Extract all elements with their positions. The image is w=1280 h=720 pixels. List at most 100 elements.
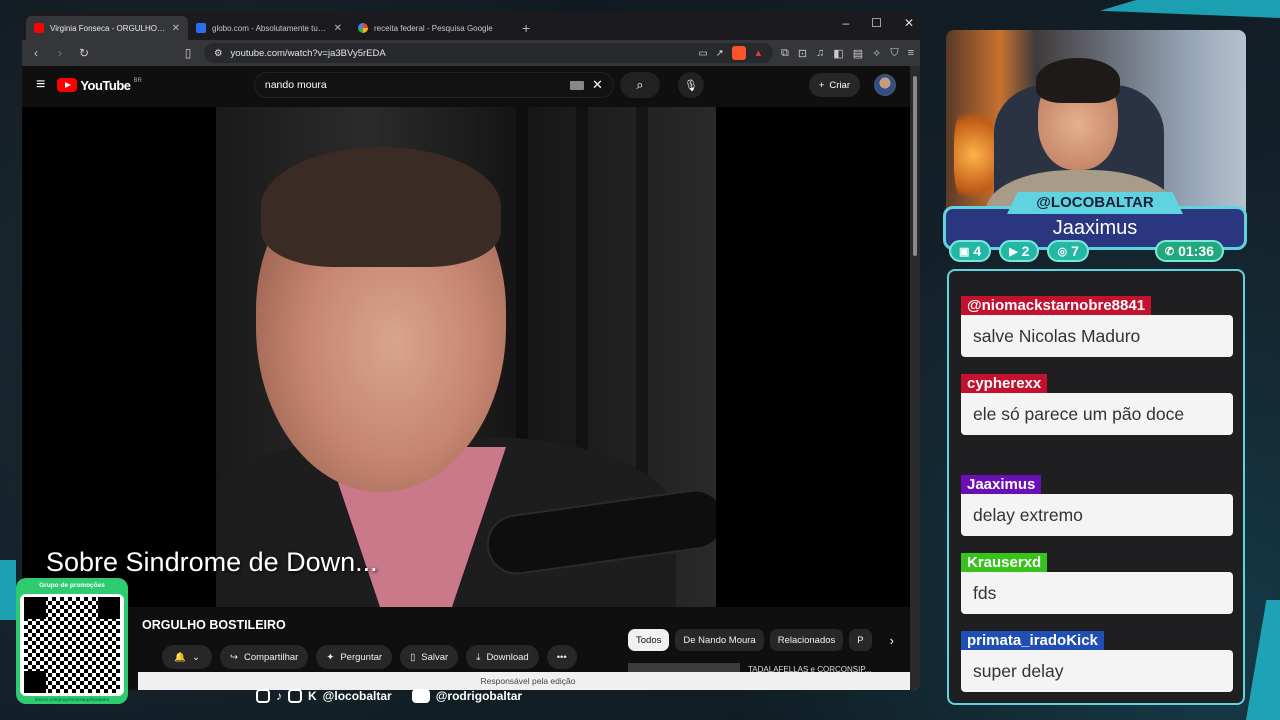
tab-globo[interactable]: globo.com - Absolutamente tudo sobre not… <box>188 16 350 40</box>
tab-title: globo.com - Absolutamente tudo sobre not… <box>212 23 328 33</box>
address-bar[interactable]: ⚙ youtube.com/watch?v=ja3BVy5rEDA ▭ ↗ ▲ <box>204 43 773 63</box>
sidebar-icon[interactable]: ◧ <box>833 47 843 60</box>
save-button[interactable]: ▯ Salvar <box>400 645 459 669</box>
viewer-counters: ▣ 4 ▶ 2 ◎ 7 ✆ 01:36 <box>949 240 1224 262</box>
chip-related[interactable]: Relacionados <box>769 629 844 651</box>
chevron-right-icon[interactable]: › <box>890 633 894 648</box>
brave-rewards-icon[interactable]: ▲ <box>754 48 763 59</box>
plus-icon: + <box>818 79 825 91</box>
vpn-icon[interactable]: ⛉ <box>890 47 898 60</box>
download-label: Download <box>486 651 529 663</box>
share-arrow-icon: ↪ <box>230 651 238 663</box>
close-tab-icon[interactable]: ✕ <box>334 23 342 34</box>
chat-text: fds <box>961 572 1233 614</box>
avatar[interactable] <box>874 74 896 96</box>
timer-counter: ✆ 01:36 <box>1154 240 1224 262</box>
video-player[interactable]: Sobre Sindrome de Down... <box>22 107 910 607</box>
twitch-icon: ▣ <box>959 245 970 258</box>
chip-from-channel[interactable]: De Nando Moura <box>675 629 764 651</box>
search-input[interactable]: nando moura <box>265 79 562 91</box>
youtube-favicon-icon <box>34 23 44 33</box>
scrollbar-thumb[interactable] <box>913 76 917 256</box>
keyboard-icon[interactable] <box>569 80 584 90</box>
menu-icon[interactable]: ≡ <box>908 47 914 60</box>
search-box[interactable]: nando moura ✕ <box>253 72 614 98</box>
action-bar: 🔔 ⌄ ↪ Compartilhar ✦ Perguntar ▯ Salvar … <box>162 645 577 669</box>
google-favicon-icon <box>358 23 368 33</box>
kick-icon: K <box>308 689 317 703</box>
music-icon[interactable]: ♫ <box>816 47 824 60</box>
back-icon[interactable]: ‹ <box>28 46 44 60</box>
wallet-icon[interactable]: ▤ <box>853 47 863 60</box>
tab-youtube[interactable]: Virginia Fonseca - ORGULHO BOSTILEIRO ✕ <box>26 16 188 40</box>
download-icon: ⤓ <box>476 651 481 663</box>
download-button[interactable]: ⤓ Download <box>466 645 539 669</box>
logo-text: YouTube <box>80 77 131 93</box>
nav-bar: ‹ › ↻ ▯ ⚙ youtube.com/watch?v=ja3BVy5rED… <box>22 40 920 66</box>
reload-icon[interactable]: ↻ <box>76 46 92 60</box>
chat-message: primata_iradoKick super delay <box>961 631 1233 692</box>
qr-panel: Grupo de promoções rbstore.net/group/wha… <box>16 578 128 704</box>
notifications-button[interactable]: 🔔 ⌄ <box>162 645 212 669</box>
search-button[interactable]: ⌕ <box>619 72 660 98</box>
ask-button[interactable]: ✦ Perguntar <box>316 645 393 669</box>
channel-handle: @LOCOBALTAR <box>1007 192 1183 214</box>
forward-icon[interactable]: › <box>52 46 68 60</box>
chat-text: salve Nicolas Maduro <box>961 315 1233 357</box>
close-tab-icon[interactable]: ✕ <box>172 23 180 34</box>
youtube-logo[interactable]: YouTube BR <box>57 78 142 93</box>
site-info-icon[interactable]: ⚙ <box>214 48 223 59</box>
url-text: youtube.com/watch?v=ja3BVy5rEDA <box>230 47 386 59</box>
background-splash <box>0 560 16 620</box>
chip-more[interactable]: P <box>849 629 872 651</box>
youtube-play-icon <box>57 78 78 92</box>
status-bar: Responsável pela edição <box>138 672 918 690</box>
tab-title: receita federal - Pesquisa Google <box>374 23 493 33</box>
create-button[interactable]: + Criar <box>808 73 860 97</box>
sparkle-icon: ✦ <box>326 651 335 663</box>
share-label: Compartilhar <box>243 651 299 663</box>
qr-url: rbstore.net/group/whatsapp/hardware <box>34 697 110 702</box>
video-caption: Sobre Sindrome de Down... <box>46 547 378 577</box>
logo-country: BR <box>133 77 142 84</box>
ask-label: Perguntar <box>340 651 383 663</box>
speaker-hair <box>261 147 501 267</box>
tab-google[interactable]: receita federal - Pesquisa Google <box>350 16 512 40</box>
cast-icon[interactable]: ▭ <box>699 48 708 59</box>
new-tab-button[interactable]: + <box>512 20 540 40</box>
leo-ai-icon[interactable]: ✧ <box>872 47 881 60</box>
voice-search-icon[interactable]: 🎙 <box>677 72 704 98</box>
instagram-icon <box>256 689 270 703</box>
chat-message: cypherexx ele só parece um pão doce <box>961 374 1233 435</box>
save-label: Salvar <box>421 651 449 663</box>
chevron-down-icon: ⌄ <box>191 651 200 663</box>
hamburger-menu-icon[interactable]: ≡ <box>36 76 45 94</box>
chat-username: primata_iradoKick <box>961 631 1104 650</box>
brave-shield-icon[interactable] <box>731 46 746 60</box>
screenshot-icon[interactable]: ⊡ <box>798 47 807 60</box>
youtube-icon: ▶ <box>1009 245 1018 258</box>
chat-message: Krauserxd fds <box>961 553 1233 614</box>
youtube-counter: ▶ 2 <box>999 240 1040 262</box>
youtube-header: ≡ YouTube BR nando moura ✕ ⌕ 🎙 + Criar <box>22 66 910 104</box>
extensions-icon[interactable]: ⧉ <box>781 47 789 60</box>
share-button[interactable]: ↪ Compartilhar <box>220 645 309 669</box>
youtube-icon <box>411 689 430 703</box>
close-window-button[interactable]: ✕ <box>904 16 914 30</box>
more-actions-button[interactable]: ••• <box>546 645 577 669</box>
clear-search-icon[interactable]: ✕ <box>592 77 603 93</box>
window-controls: – ☐ ✕ <box>842 16 914 30</box>
bookmark-icon[interactable]: ▯ <box>180 46 196 60</box>
twitch-icon <box>288 689 302 703</box>
maximize-button[interactable]: ☐ <box>871 16 882 30</box>
header-right: + Criar <box>808 73 896 97</box>
alert-nameplate: Jaaximus @LOCOBALTAR ▣ 4 ▶ 2 ◎ 7 ✆ 01:36 <box>943 192 1247 266</box>
minimize-button[interactable]: – <box>842 16 849 30</box>
whatsapp-icon: ✆ <box>1164 245 1175 258</box>
share-icon[interactable]: ↗ <box>716 48 724 59</box>
handle-rodrigobaltar: @rodrigobaltar <box>435 689 523 703</box>
chat-text: ele só parece um pão doce <box>961 393 1233 435</box>
chip-all[interactable]: Todos <box>628 629 670 651</box>
page-scrollbar[interactable] <box>910 66 920 690</box>
browser-window: Virginia Fonseca - ORGULHO BOSTILEIRO ✕ … <box>22 12 920 690</box>
